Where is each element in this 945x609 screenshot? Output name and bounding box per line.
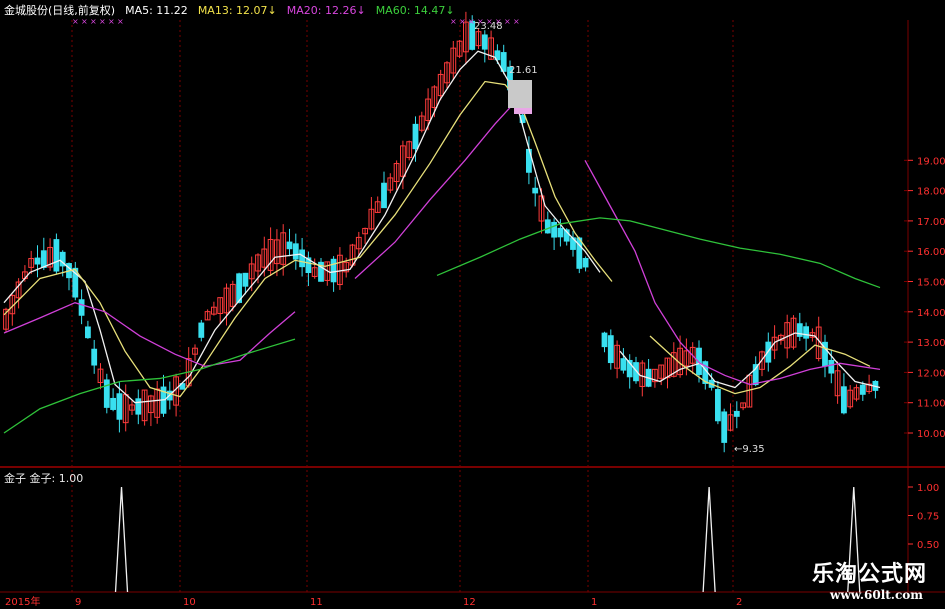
candle-body bbox=[841, 386, 847, 414]
marker-price-label: 21.61 bbox=[509, 65, 538, 76]
price-tick-label: 17.00 bbox=[917, 217, 945, 228]
selection-box bbox=[508, 80, 532, 108]
candle-body bbox=[381, 182, 387, 209]
candle-body bbox=[198, 322, 205, 338]
ma5-line bbox=[619, 332, 881, 389]
stock-chart-window: 19.00 18.00 17.00 16.00 15.00 14.00 13.00 12.00… bbox=[0, 0, 945, 609]
watermark-url: www.60lt.com bbox=[830, 588, 923, 602]
time-tick-label: 1 bbox=[591, 597, 597, 608]
indicator-spike bbox=[702, 486, 716, 593]
candlestick-chart[interactable]: 19.00 18.00 17.00 16.00 15.00 14.00 13.00 12.00… bbox=[0, 0, 945, 609]
candle-body bbox=[78, 299, 85, 316]
time-tick-label: 11 bbox=[310, 597, 323, 608]
candles bbox=[3, 11, 879, 453]
candle-body bbox=[110, 397, 116, 410]
candle-body bbox=[330, 258, 337, 283]
price-tick-label: 19.00 bbox=[917, 156, 945, 167]
chart-header: 金城股份(日线,前复权) MA5: 11.22 MA13: 12.07↓ MA20: … bbox=[4, 2, 465, 18]
candle-body bbox=[242, 272, 249, 287]
indicator-tick-label: 0.50 bbox=[917, 540, 939, 551]
ma20-line bbox=[3, 302, 296, 368]
stock-title: 金城股份(日线,前复权) bbox=[4, 4, 116, 17]
candle-body bbox=[582, 257, 589, 268]
signal-marker: × bbox=[504, 17, 511, 26]
candle-body bbox=[721, 411, 728, 443]
candle-body bbox=[286, 241, 293, 250]
candle-body bbox=[116, 393, 123, 420]
candle-body bbox=[551, 221, 558, 238]
low-price-label: ←9.35 bbox=[734, 444, 765, 455]
price-tick-label: 16.00 bbox=[917, 247, 945, 258]
ma60-readout: MA60: 14.47↓ bbox=[375, 4, 455, 17]
signal-marker: × bbox=[513, 17, 520, 26]
time-tick-label: 12 bbox=[463, 597, 476, 608]
candle-body bbox=[135, 398, 142, 415]
signal-marker: × bbox=[72, 17, 79, 26]
price-tick-label: 13.00 bbox=[917, 338, 945, 349]
price-tick-label: 15.00 bbox=[917, 278, 945, 289]
indicator-spike bbox=[114, 486, 129, 593]
candle-body bbox=[85, 326, 91, 339]
candle-body bbox=[91, 348, 98, 366]
indicator-tick-label: 0.75 bbox=[917, 512, 939, 523]
candle-body bbox=[40, 250, 47, 268]
candle-body bbox=[532, 187, 539, 194]
high-price-label: 23.48 bbox=[474, 21, 503, 32]
ma5-readout: MA5: 11.22 bbox=[125, 4, 188, 17]
signal-marker: × bbox=[99, 17, 106, 26]
candle-body bbox=[607, 335, 614, 364]
price-tick-label: 11.00 bbox=[917, 399, 945, 410]
time-tick-label: 2015年 bbox=[5, 595, 40, 608]
candle-body bbox=[620, 358, 627, 371]
candle-body bbox=[544, 219, 551, 234]
candle-body bbox=[828, 359, 835, 374]
candle-body bbox=[299, 249, 306, 268]
ma20-line bbox=[354, 96, 521, 279]
price-tick-label: 10.00 bbox=[917, 429, 945, 440]
price-tick-label: 18.00 bbox=[917, 187, 945, 198]
selection-marker bbox=[514, 108, 532, 114]
signal-marker: × bbox=[81, 17, 88, 26]
signal-marker: × bbox=[90, 17, 97, 26]
candle-body bbox=[34, 257, 41, 265]
time-tick-label: 2 bbox=[736, 597, 742, 608]
ma60-line bbox=[436, 217, 881, 289]
candle-body bbox=[292, 243, 299, 260]
time-tick-label: 10 bbox=[183, 597, 196, 608]
candle-body bbox=[733, 410, 740, 417]
candle-body bbox=[715, 389, 721, 422]
signal-marker: × bbox=[459, 17, 466, 26]
candle-body bbox=[412, 123, 419, 150]
price-tick-label: 14.00 bbox=[917, 308, 945, 319]
candle-body bbox=[859, 384, 866, 395]
candle-body bbox=[53, 239, 60, 272]
ma13-readout: MA13: 12.07↓ bbox=[197, 4, 277, 17]
signal-marker: × bbox=[450, 17, 457, 26]
candle-body bbox=[557, 227, 564, 238]
candle-body bbox=[103, 379, 110, 408]
candle-body bbox=[803, 326, 810, 339]
watermark-logo: 乐淘公式网 bbox=[811, 562, 927, 587]
candle-body bbox=[601, 332, 608, 348]
ma20-readout: MA20: 12.26↓ bbox=[286, 4, 366, 17]
candle-body bbox=[481, 34, 488, 50]
price-tick-label: 12.00 bbox=[917, 368, 945, 379]
signal-marker: × bbox=[117, 17, 124, 26]
time-tick-label: 9 bbox=[75, 597, 81, 608]
signal-marker: × bbox=[108, 17, 115, 26]
indicator-header: 金子 金子: 1.00 bbox=[4, 472, 84, 485]
indicator-tick-label: 1.00 bbox=[917, 483, 939, 494]
